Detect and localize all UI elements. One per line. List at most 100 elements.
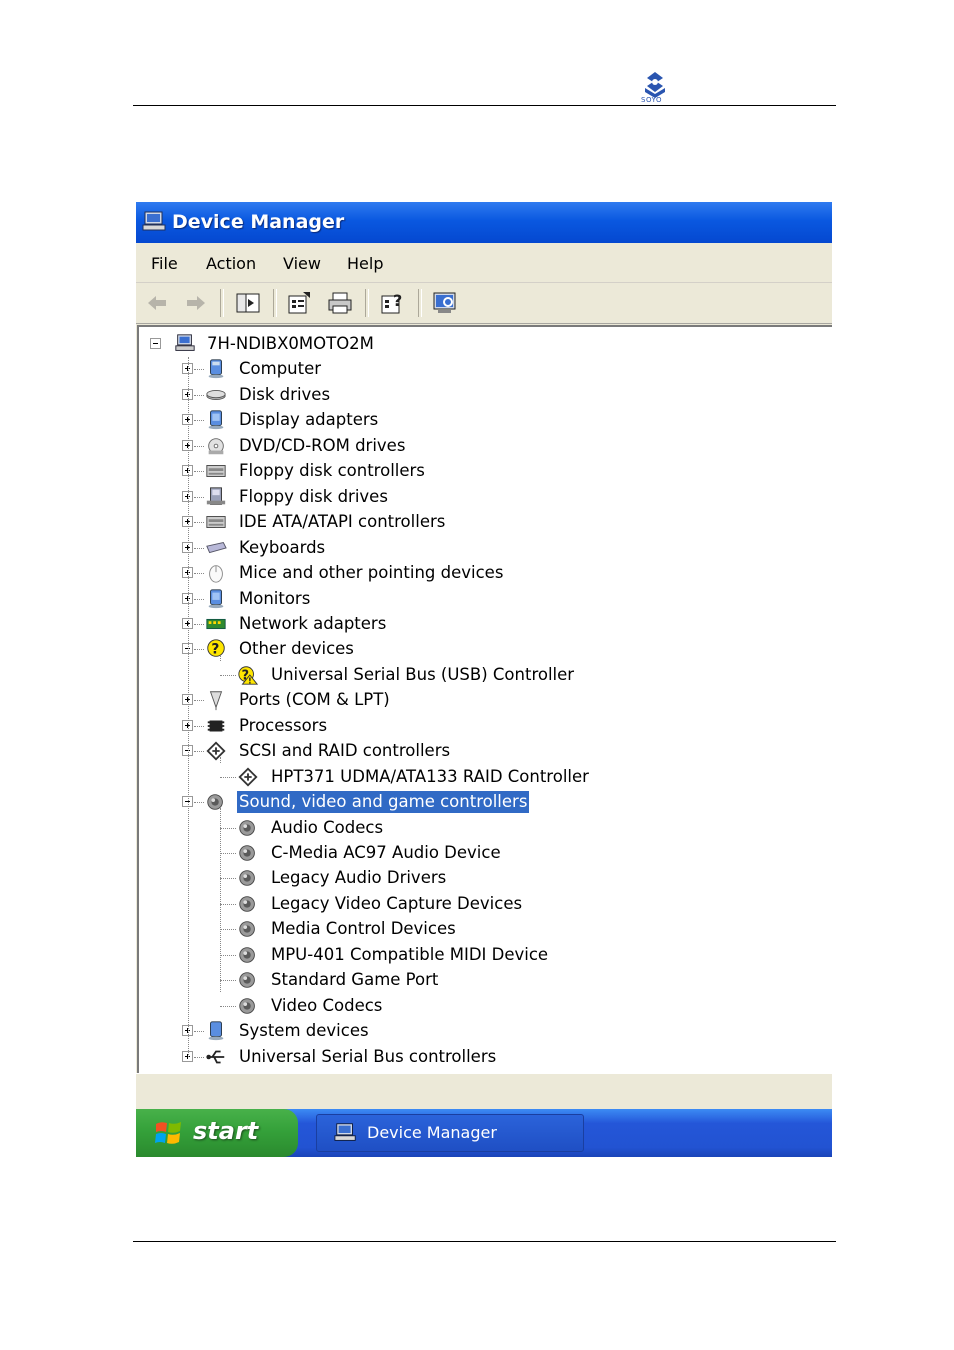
tree-device[interactable]: ?! Universal Serial Bus (USB) Controller [139,663,829,687]
taskbar-button-label: Device Manager [367,1123,497,1142]
device-tree[interactable]: 7H-NDIBX0MOTO2M Computer Disk drives Displa… [137,325,832,1074]
tree-device[interactable]: Legacy Audio Drivers [139,866,829,890]
start-label: start [193,1117,259,1145]
taskbar: start Device Manager [136,1109,832,1157]
ide-controller-icon [206,516,226,529]
tree-connector [194,649,204,651]
tree-connector [194,1031,204,1033]
tree-device[interactable]: Video Codecs [139,994,829,1018]
monitor-icon [208,588,224,608]
tree-category[interactable]: Floppy disk drives [139,485,829,509]
svg-text:?: ? [393,291,402,310]
svg-text:!: ! [248,675,252,685]
tree-connector [220,1005,236,1007]
collapse-minus-icon[interactable] [150,338,161,349]
logo-text: SOYO [641,96,662,104]
title-bar[interactable]: Device Manager [136,202,832,243]
show-hide-console-tree-icon[interactable] [235,290,261,316]
taskbar-device-manager-button[interactable]: Device Manager [316,1114,584,1152]
speaker-icon [239,921,255,938]
tree-item-label: Media Control Devices [271,919,456,939]
start-button[interactable]: start [136,1109,298,1157]
tree-category[interactable]: Display adapters [139,408,829,432]
device-manager-app-icon [142,211,166,231]
tree-category[interactable]: Ports (COM & LPT) [139,688,829,712]
tree-category[interactable]: SCSI and RAID controllers [139,739,829,763]
tree-connector [220,954,236,956]
tree-category[interactable]: Computer [139,357,829,381]
tree-item-label: Floppy disk drives [239,486,388,506]
tree-category[interactable]: IDE ATA/ATAPI controllers [139,510,829,534]
print-icon[interactable] [327,290,353,316]
tree-category[interactable]: Keyboards [139,536,829,560]
menu-file[interactable]: File [151,254,178,273]
tree-item-label: Display adapters [239,410,379,430]
header-rule [133,105,836,106]
speaker-icon [239,972,255,989]
back-arrow-icon[interactable] [144,290,170,316]
tree-category[interactable]: Processors [139,714,829,738]
tree-connector [194,598,204,600]
mouse-icon [209,565,223,583]
scan-hardware-icon[interactable] [432,290,458,316]
tree-connector [194,420,204,422]
menu-view[interactable]: View [283,254,321,273]
tree-item-label: Mice and other pointing devices [239,563,504,583]
tree-connector [194,496,204,498]
tree-category[interactable]: Disk drives [139,383,829,407]
floppy-drive-icon [206,487,226,505]
tree-device[interactable]: MPU-401 Compatible MIDI Device [139,943,829,967]
tree-connector [220,878,236,880]
display-adapter-icon [208,410,224,430]
tree-item-label: Sound, video and game controllers [237,791,530,814]
speaker-icon [239,896,255,912]
tree-device[interactable]: Audio Codecs [139,816,829,840]
tree-item-label: Keyboards [239,537,326,557]
toolbar: ? [136,283,832,324]
tree-connector [194,573,204,575]
properties-icon[interactable] [286,290,312,316]
tree-item-label: C-Media AC97 Audio Device [271,843,501,862]
tree-item-label: Disk drives [239,384,331,404]
tree-category[interactable]: Monitors [139,587,829,611]
tree-category[interactable]: ? Other devices [139,637,829,661]
tree-device[interactable]: HPT371 UDMA/ATA133 RAID Controller [139,765,829,789]
forward-arrow-icon[interactable] [183,290,209,316]
tree-category[interactable]: Universal Serial Bus controllers [139,1045,829,1069]
tree-connector [194,700,204,702]
tree-category[interactable]: Network adapters [139,612,829,636]
tree-category[interactable]: System devices [139,1019,829,1043]
tree-item-label: Monitors [239,588,311,608]
tree-device[interactable]: Legacy Video Capture Devices [139,892,829,916]
disk-drive-icon [206,389,226,400]
speaker-icon [239,870,255,887]
tree-item-label: Legacy Video Capture Devices [271,893,523,913]
tree-connector [220,853,236,854]
tree-branch-line [220,655,221,662]
computer-root-icon [175,334,195,351]
menu-help[interactable]: Help [347,254,383,273]
speaker-icon [239,819,255,836]
tree-category[interactable]: Mice and other pointing devices [139,561,829,585]
speaker-icon [239,947,255,963]
tree-category[interactable]: DVD/CD-ROM drives [139,434,829,458]
tree-device[interactable]: Standard Game Port [139,968,829,992]
computer-icon [208,359,224,379]
tree-category[interactable]: Floppy disk controllers [139,459,829,483]
port-icon [209,691,223,711]
tree-connector [220,827,236,829]
tree-device[interactable]: Media Control Devices [139,917,829,941]
scsi-icon [238,767,258,787]
menu-action[interactable]: Action [206,254,256,273]
device-manager-window: Device Manager File Action View Help ? 7… [136,202,832,1157]
device-manager-app-icon [334,1123,356,1141]
speaker-icon [239,845,255,861]
tree-root[interactable]: 7H-NDIBX0MOTO2M [139,332,829,356]
warning-device-icon: ?! [238,666,259,685]
tree-item-label: MPU-401 Compatible MIDI Device [271,944,549,964]
help-icon[interactable]: ? [379,290,405,316]
tree-item-label: SCSI and RAID controllers [239,741,451,761]
tree-connector [220,903,236,905]
tree-device[interactable]: C-Media AC97 Audio Device [139,841,829,865]
tree-category[interactable]: Sound, video and game controllers [139,790,829,814]
